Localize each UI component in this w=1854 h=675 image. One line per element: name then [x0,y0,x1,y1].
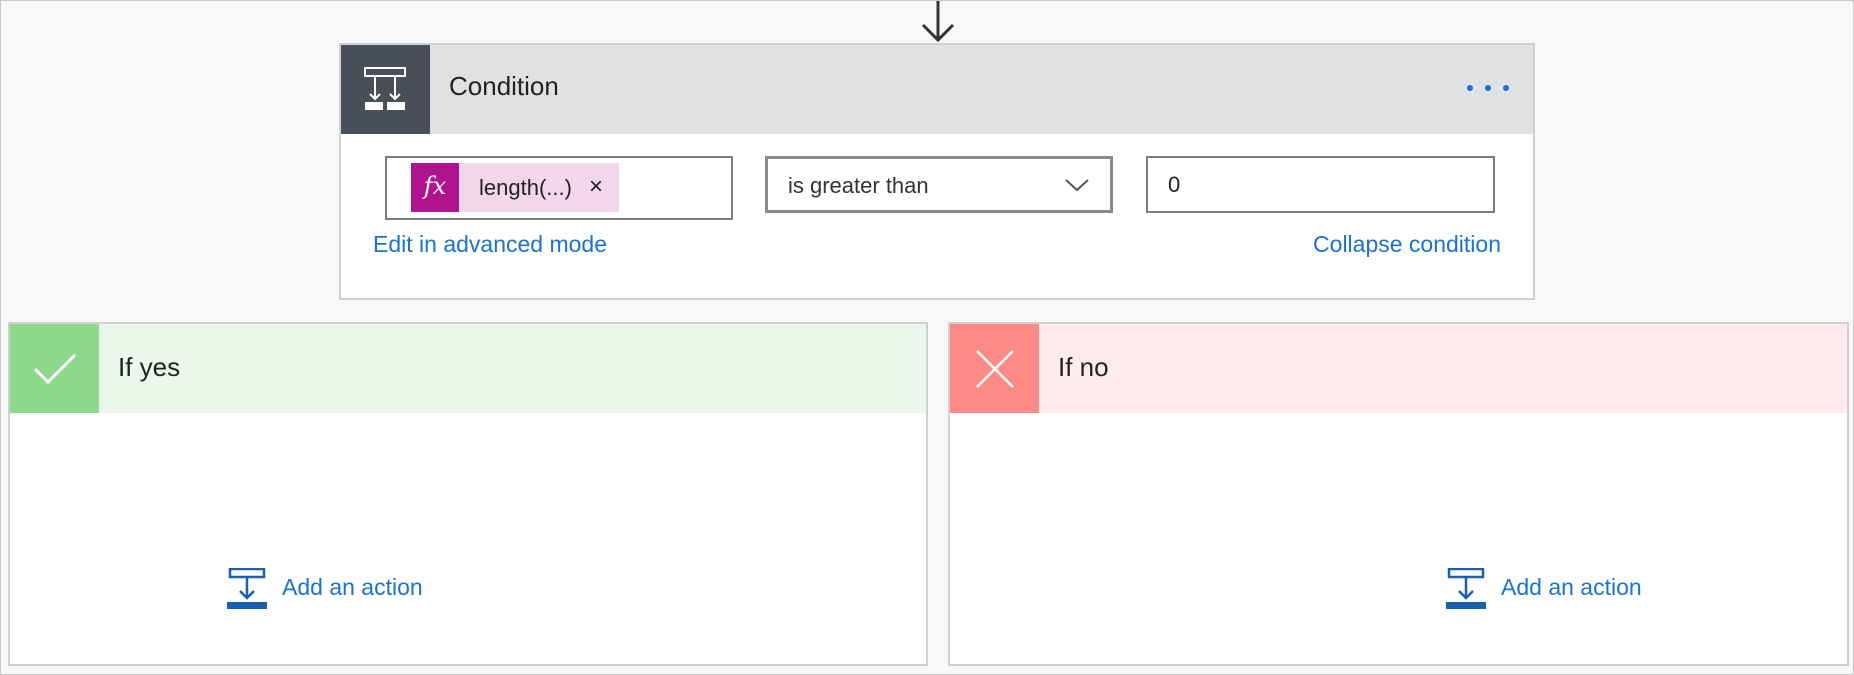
branch-if-no-title: If no [1058,352,1109,382]
branch-if-yes-header[interactable]: If yes [10,324,926,413]
operator-selected-value: is greater than [788,173,929,198]
collapse-condition-link[interactable]: Collapse condition [1313,231,1501,258]
check-icon [10,324,99,413]
condition-card: Condition fx length(...) × is greater th… [339,43,1535,300]
remove-token-icon[interactable]: × [589,173,603,201]
branch-if-no-header[interactable]: If no [950,324,1847,413]
edit-advanced-mode-link[interactable]: Edit in advanced mode [373,231,607,258]
condition-icon [341,45,430,134]
branch-if-yes: If yes Add an action [8,322,928,666]
branch-if-no: If no Add an action [948,322,1849,666]
condition-operand-field[interactable]: fx length(...) × [385,156,733,220]
fx-icon: fx [411,163,459,212]
condition-value-input[interactable] [1146,156,1495,213]
add-action-label: Add an action [1501,574,1642,600]
add-action-label: Add an action [282,574,423,600]
branch-if-yes-title: If yes [118,352,181,382]
flow-arrow-icon [921,1,955,43]
expression-token-label: length(...) [479,175,572,200]
close-icon [950,324,1039,413]
operator-dropdown[interactable]: is greater than [765,156,1113,213]
add-action-icon [227,568,267,609]
condition-title: Condition [449,71,559,101]
condition-header[interactable]: Condition [341,45,1533,134]
add-action-icon [1446,568,1486,609]
flow-canvas: Condition fx length(...) × is greater th… [0,0,1854,675]
chevron-down-icon [1065,179,1089,192]
expression-token[interactable]: fx length(...) × [411,163,619,212]
more-options-icon[interactable] [1465,71,1513,103]
